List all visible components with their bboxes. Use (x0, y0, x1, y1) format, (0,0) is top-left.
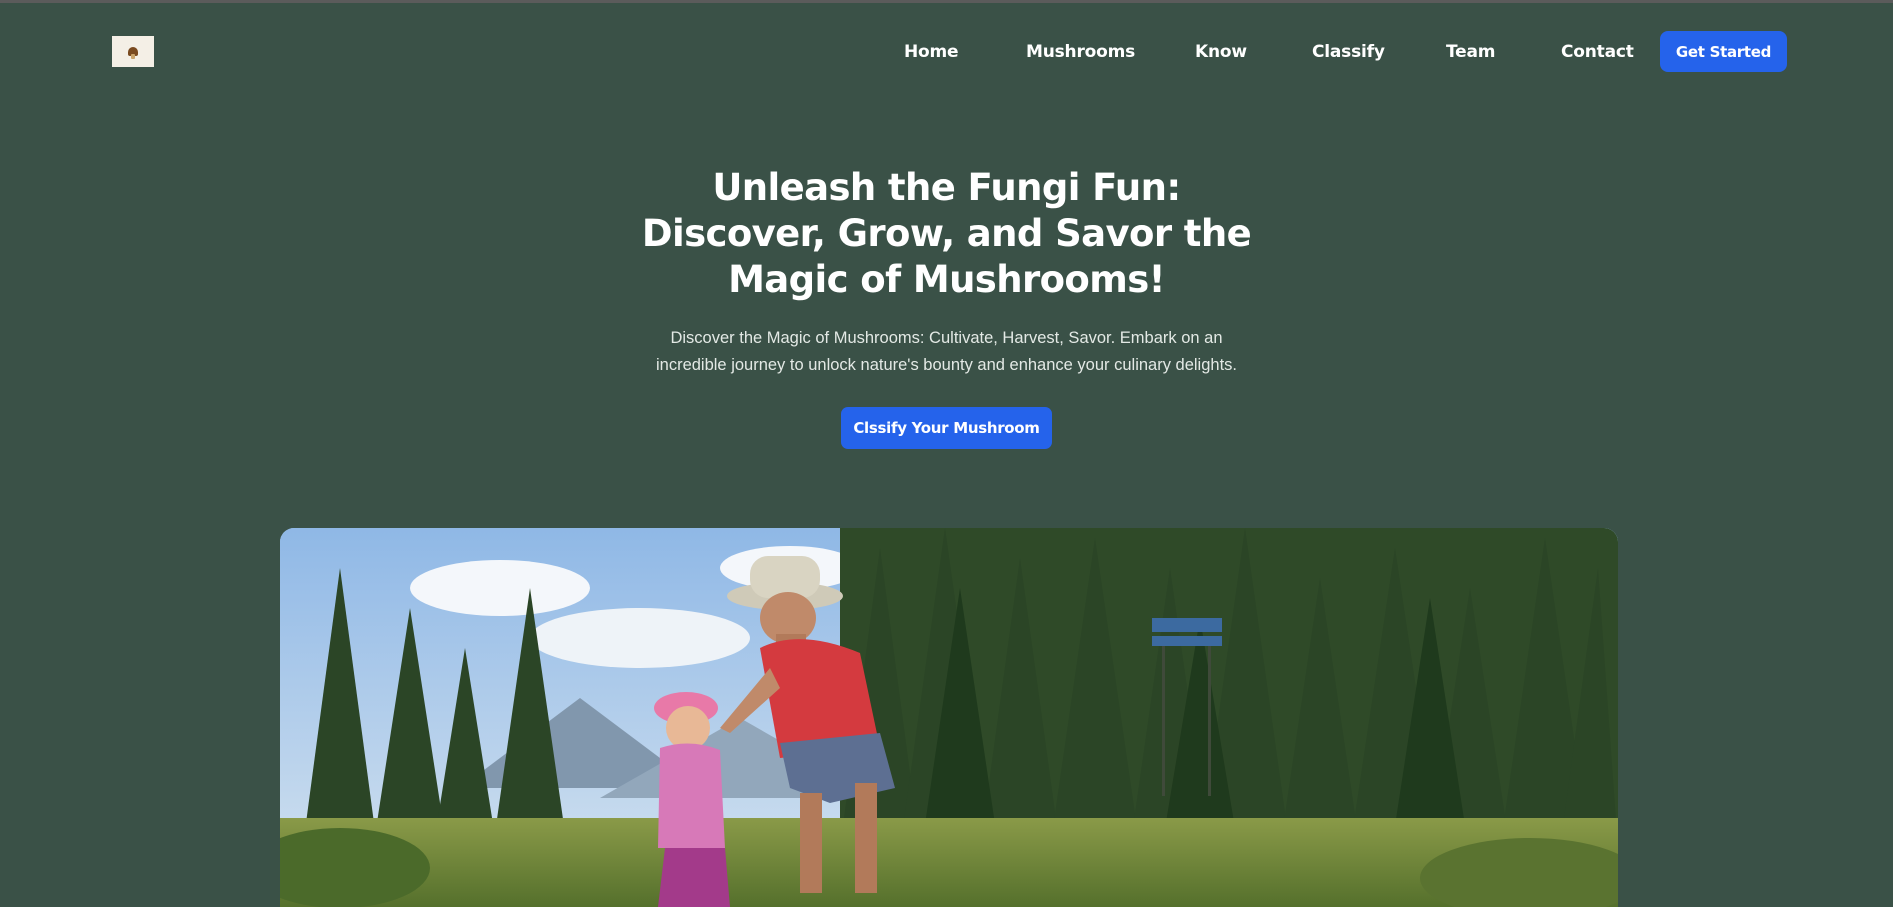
nav-item-team[interactable]: Team (1446, 42, 1495, 62)
hero-subtitle: Discover the Magic of Mushrooms: Cultiva… (655, 329, 1237, 374)
nav-item-home[interactable]: Home (904, 42, 959, 62)
nav-item-know[interactable]: Know (1195, 42, 1247, 62)
nav-links: Home Mushrooms Know Classify Team Contac… (0, 3, 1893, 99)
get-started-button[interactable]: Get Started (1660, 31, 1787, 72)
nav-item-classify[interactable]: Classify (1312, 42, 1385, 62)
hero-section: Unleash the Fungi Fun: Discover, Grow, a… (0, 165, 1893, 449)
navbar: Home Mushrooms Know Classify Team Contac… (0, 3, 1893, 99)
hero-photo (280, 528, 1618, 907)
nav-item-mushrooms[interactable]: Mushrooms (1026, 42, 1135, 62)
hero-title: Unleash the Fungi Fun: Discover, Grow, a… (641, 166, 1252, 301)
classify-mushroom-button[interactable]: Clssify Your Mushroom (841, 407, 1052, 449)
forest-scene-illustration (280, 528, 1618, 907)
nav-item-contact[interactable]: Contact (1561, 42, 1634, 62)
